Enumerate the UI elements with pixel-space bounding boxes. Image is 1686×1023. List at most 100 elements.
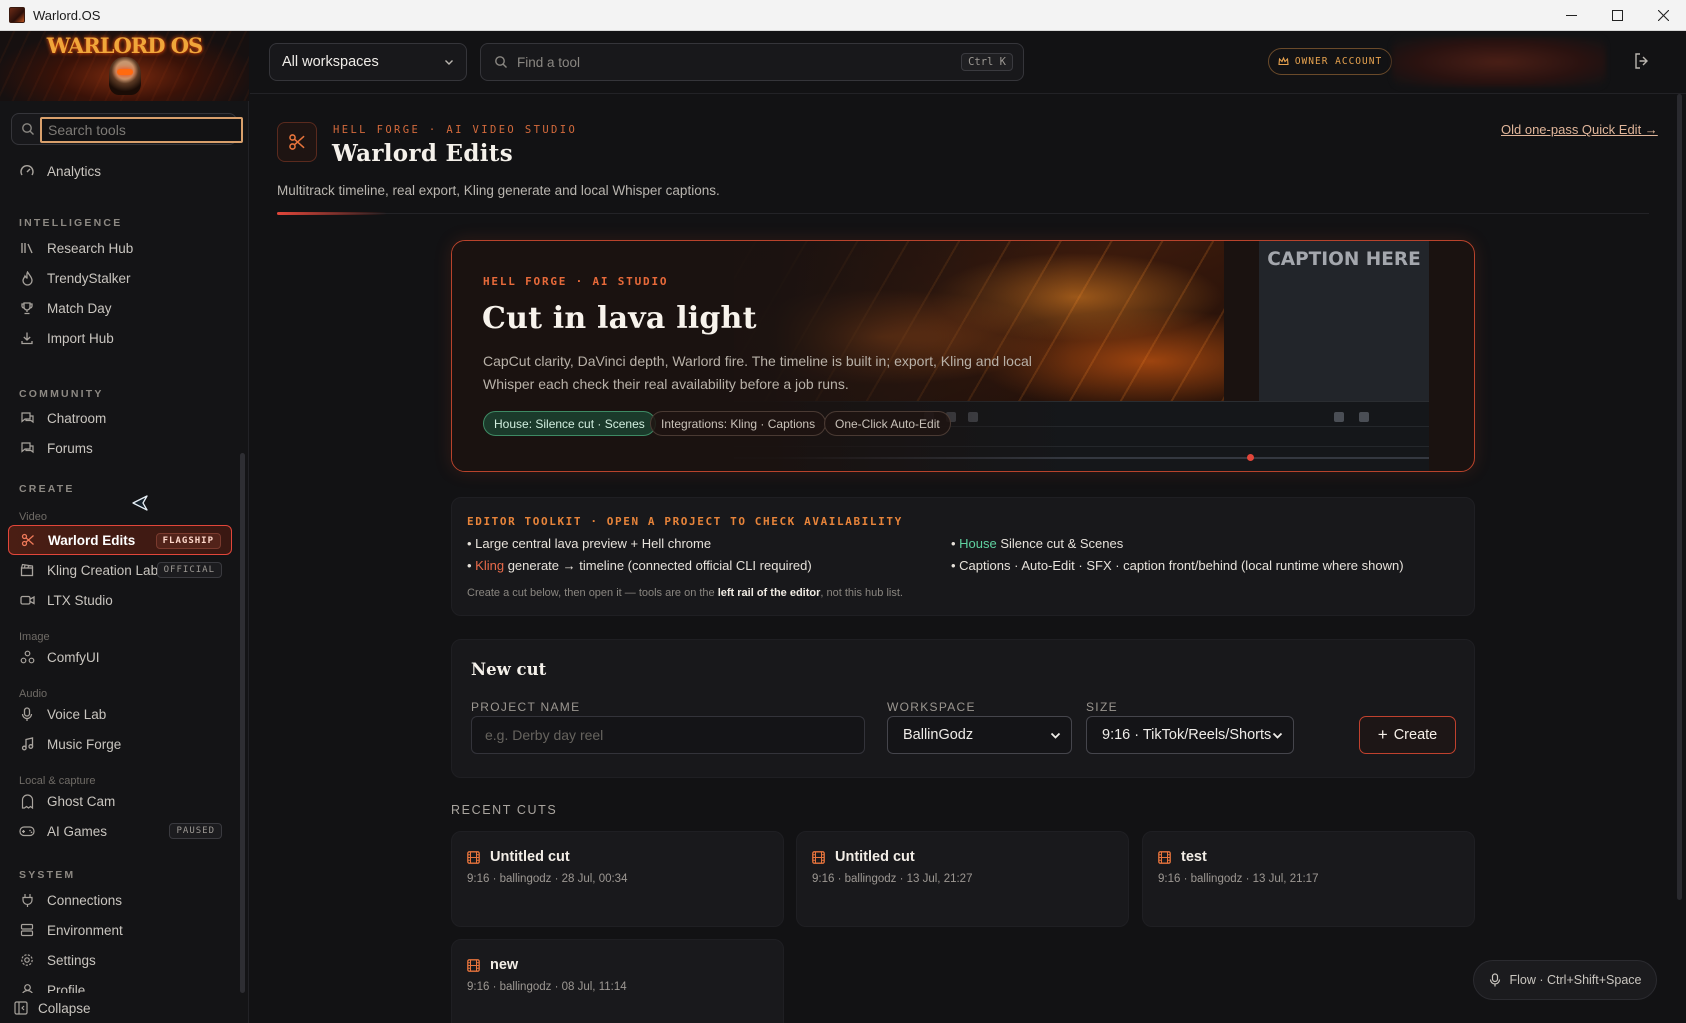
project-name-input[interactable]: e.g. Derby day reel bbox=[471, 716, 865, 754]
collapse-label: Collapse bbox=[38, 1000, 91, 1016]
sidebar-item-label: Environment bbox=[47, 922, 123, 938]
recent-cut-name: new bbox=[490, 957, 519, 973]
sidebar-item-label: TrendyStalker bbox=[47, 270, 131, 286]
recent-cut-card[interactable]: test 9:16 · ballingodz · 13 Jul, 21:17 bbox=[1142, 831, 1475, 927]
recent-cut-card[interactable]: Untitled cut 9:16 · ballingodz · 28 Jul,… bbox=[451, 831, 784, 927]
recent-cut-meta: 9:16 · ballingodz · 08 Jul, 11:14 bbox=[467, 981, 627, 993]
header-divider bbox=[277, 213, 1649, 214]
tool-search-placeholder: Find a tool bbox=[517, 54, 581, 70]
new-cut-form: New cut PROJECT NAME e.g. Derby day reel… bbox=[451, 639, 1475, 778]
recent-cut-card[interactable]: new 9:16 · ballingodz · 08 Jul, 11:14 bbox=[451, 939, 784, 1023]
chip-auto-edit[interactable]: One-Click Auto-Edit bbox=[824, 411, 951, 436]
recent-cut-meta: 9:16 · ballingodz · 13 Jul, 21:17 bbox=[1158, 873, 1319, 885]
sidebar-item-label: Settings bbox=[47, 952, 96, 968]
logo-text: WARLORD OS bbox=[46, 33, 203, 58]
workspace-label: WORKSPACE bbox=[887, 700, 976, 714]
topbar: All workspaces Find a tool Ctrl K OWNER … bbox=[250, 31, 1686, 94]
sidebar-search bbox=[11, 113, 243, 145]
sidebar-item-environment[interactable]: Environment bbox=[8, 915, 232, 945]
sidebar-item-music-forge[interactable]: Music Forge bbox=[8, 729, 232, 759]
trophy-icon bbox=[18, 299, 36, 317]
sidebar-item-trendystalker[interactable]: TrendyStalker bbox=[8, 263, 232, 293]
hero-description: CapCut clarity, DaVinci depth, Warlord f… bbox=[483, 353, 1032, 392]
sidebar-item-warlord-edits[interactable]: Warlord Edits FLAGSHIP bbox=[8, 525, 232, 555]
subsection-video: Video bbox=[19, 511, 47, 523]
logo[interactable]: WARLORD OS bbox=[0, 31, 249, 101]
sidebar-item-comfyui[interactable]: ComfyUI bbox=[8, 642, 232, 672]
scissors-icon bbox=[19, 531, 37, 549]
sidebar-item-label: Connections bbox=[47, 892, 123, 908]
sidebar-item-research-hub[interactable]: Research Hub bbox=[8, 233, 232, 263]
sidebar-item-label: Voice Lab bbox=[47, 706, 107, 722]
flow-dictation-button[interactable]: Flow · Ctrl+Shift+Space bbox=[1473, 960, 1657, 1000]
sidebar-scrollbar[interactable] bbox=[240, 453, 245, 993]
logout-icon[interactable] bbox=[1632, 51, 1652, 71]
recent-cut-name: Untitled cut bbox=[490, 849, 570, 865]
owner-account-button[interactable]: OWNER ACCOUNT bbox=[1268, 48, 1392, 75]
minimize-icon bbox=[1565, 15, 1577, 16]
close-button[interactable] bbox=[1640, 0, 1686, 31]
sidebar-item-analytics[interactable]: Analytics bbox=[8, 156, 232, 186]
section-create: CREATE bbox=[19, 483, 75, 495]
section-system: SYSTEM bbox=[19, 869, 76, 881]
film-icon bbox=[467, 959, 480, 972]
maximize-button[interactable] bbox=[1594, 0, 1640, 31]
sidebar-nav: Analytics INTELLIGENCE Research Hub Tren… bbox=[0, 153, 249, 993]
timeline-control bbox=[1359, 412, 1369, 422]
chevron-down-icon bbox=[1050, 732, 1061, 739]
sidebar-item-label: Analytics bbox=[47, 163, 102, 179]
recent-cut-meta: 9:16 · ballingodz · 13 Jul, 21:27 bbox=[812, 873, 973, 885]
chevron-down-icon bbox=[445, 60, 453, 65]
toolkit-item: • Captions · Auto-Edit · SFX · caption f… bbox=[951, 558, 1404, 573]
owner-account-label: OWNER ACCOUNT bbox=[1294, 56, 1383, 67]
timeline-control bbox=[1334, 412, 1344, 422]
sidebar-search-input[interactable] bbox=[40, 117, 243, 143]
sidebar-item-chatroom[interactable]: Chatroom bbox=[8, 403, 232, 433]
forum-icon bbox=[18, 439, 36, 457]
toolkit-item: • Large central lava preview + Hell chro… bbox=[467, 536, 712, 551]
official-badge: OFFICIAL bbox=[156, 562, 222, 578]
app-icon bbox=[9, 7, 25, 23]
page-scrollbar[interactable] bbox=[1677, 94, 1682, 900]
chevron-down-icon bbox=[1272, 732, 1283, 739]
tool-search-input[interactable]: Find a tool Ctrl K bbox=[480, 43, 1024, 81]
sidebar-item-forums[interactable]: Forums bbox=[8, 433, 232, 463]
microphone-icon bbox=[1489, 973, 1500, 987]
maximize-icon bbox=[1611, 10, 1623, 21]
collapse-sidebar-icon bbox=[14, 1001, 28, 1015]
download-icon bbox=[18, 329, 36, 347]
workspace-select[interactable]: All workspaces bbox=[269, 43, 467, 81]
sidebar-item-kling-creation-lab[interactable]: Kling Creation Lab OFFICIAL bbox=[8, 555, 232, 585]
collapse-button[interactable]: Collapse bbox=[0, 993, 249, 1023]
account-card[interactable] bbox=[1392, 37, 1606, 87]
sidebar-item-profile[interactable]: Profile bbox=[8, 975, 232, 993]
sidebar-item-ltx-studio[interactable]: LTX Studio bbox=[8, 585, 232, 615]
sidebar-item-label: Kling Creation Lab bbox=[47, 562, 159, 578]
create-button[interactable]: + Create bbox=[1359, 716, 1456, 754]
minimize-button[interactable] bbox=[1548, 0, 1594, 31]
close-icon bbox=[1657, 10, 1669, 21]
caption-preview-text: CAPTION HERE bbox=[1267, 249, 1421, 270]
recent-cut-card[interactable]: Untitled cut 9:16 · ballingodz · 13 Jul,… bbox=[796, 831, 1129, 927]
recent-cut-name: test bbox=[1181, 849, 1207, 865]
sidebar-item-voice-lab[interactable]: Voice Lab bbox=[8, 699, 232, 729]
workspace-select-field[interactable]: BallinGodz bbox=[887, 716, 1072, 754]
chip-integrations[interactable]: Integrations: Kling · Captions bbox=[650, 411, 827, 436]
sidebar-item-label: Match Day bbox=[47, 300, 112, 316]
sidebar-item-match-day[interactable]: Match Day bbox=[8, 293, 232, 323]
flagship-badge: FLAGSHIP bbox=[155, 533, 221, 549]
sidebar-item-ghost-cam[interactable]: Ghost Cam bbox=[8, 786, 232, 816]
sidebar-item-connections[interactable]: Connections bbox=[8, 885, 232, 915]
size-select-field[interactable]: 9:16 · TikTok/Reels/Shorts bbox=[1086, 716, 1294, 754]
cursor-pointer-icon bbox=[132, 495, 148, 511]
sidebar-item-settings[interactable]: Settings bbox=[8, 945, 232, 975]
window-titlebar: Warlord.OS bbox=[0, 0, 1686, 31]
search-icon bbox=[495, 56, 507, 68]
quick-edit-link[interactable]: Old one-pass Quick Edit → bbox=[1501, 122, 1658, 137]
chip-house[interactable]: House: Silence cut · Scenes bbox=[483, 411, 656, 436]
sidebar-item-import-hub[interactable]: Import Hub bbox=[8, 323, 232, 353]
section-community: COMMUNITY bbox=[19, 388, 104, 400]
recent-cut-meta: 9:16 · ballingodz · 28 Jul, 00:34 bbox=[467, 873, 628, 885]
crown-icon bbox=[1278, 56, 1289, 66]
sidebar-item-ai-games[interactable]: AI Games PAUSED bbox=[8, 816, 232, 846]
